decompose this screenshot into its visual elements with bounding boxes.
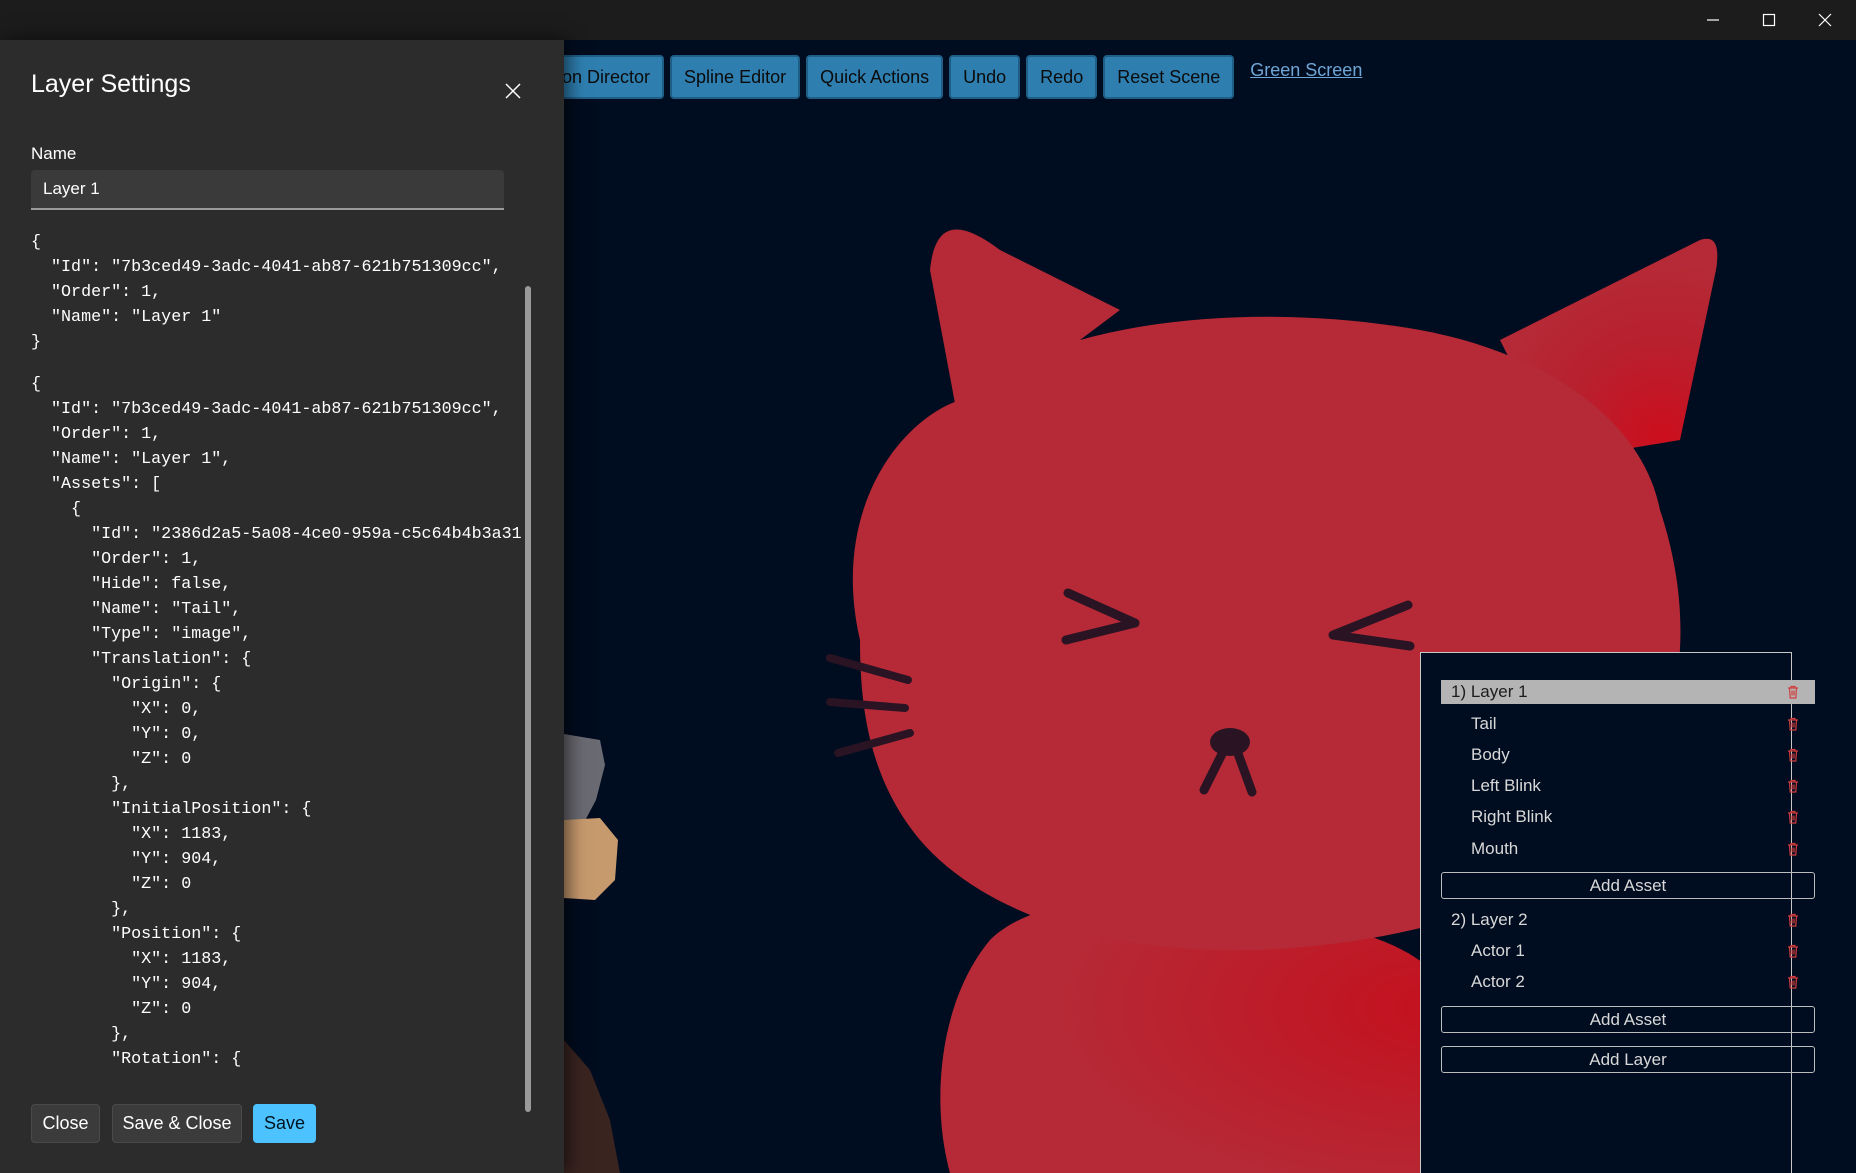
layers-panel: 1) Layer 1 Tail Body Left Blink Right Bl… [1420, 652, 1815, 1173]
minimize-icon[interactable] [1685, 0, 1741, 40]
asset-label: Actor 2 [1471, 972, 1525, 991]
name-field-label: Name [31, 144, 77, 163]
maximize-icon[interactable] [1741, 0, 1797, 40]
layer-item-2[interactable]: 2) Layer 2 [1441, 908, 1815, 932]
quick-actions-button[interactable]: Quick Actions [806, 55, 944, 99]
add-layer-button[interactable]: Add Layer [1441, 1046, 1815, 1073]
spline-editor-button[interactable]: Spline Editor [670, 55, 801, 99]
delete-asset-icon[interactable] [1785, 716, 1801, 732]
layer-label: 1) Layer 1 [1451, 682, 1528, 701]
scene-toolbar: on Director Spline Editor Quick Actions … [548, 55, 1362, 99]
asset-label: Mouth [1471, 839, 1519, 858]
asset-label: Right Blink [1471, 807, 1553, 826]
delete-asset-icon[interactable] [1785, 809, 1801, 825]
layer-settings-dialog: Layer Settings Name { "Id": "7b3ced49-3a… [0, 40, 564, 1173]
delete-layer-icon[interactable] [1785, 684, 1801, 700]
save-close-button[interactable]: Save & Close [112, 1104, 242, 1143]
layer-label: 2) Layer 2 [1451, 910, 1528, 929]
undo-button[interactable]: Undo [949, 55, 1021, 99]
add-asset-button[interactable]: Add Asset [1441, 872, 1815, 899]
window-title-bar [0, 0, 1856, 40]
delete-asset-icon[interactable] [1785, 841, 1801, 857]
asset-item-right-blink[interactable]: Right Blink [1441, 805, 1815, 829]
close-icon[interactable] [1797, 0, 1853, 40]
layer-json-full: { "Id": "7b3ced49-3adc-4041-ab87-621b751… [31, 375, 521, 1069]
add-asset-button[interactable]: Add Asset [1441, 1006, 1815, 1033]
delete-asset-icon[interactable] [1785, 778, 1801, 794]
scrollbar-thumb[interactable] [525, 286, 531, 1112]
asset-item-mouth[interactable]: Mouth [1441, 837, 1815, 861]
delete-asset-icon[interactable] [1785, 974, 1801, 990]
asset-item-body[interactable]: Body [1441, 743, 1815, 767]
json-viewer[interactable]: { "Id": "7b3ced49-3adc-4041-ab87-621b751… [31, 230, 521, 1106]
asset-label: Body [1471, 745, 1510, 764]
asset-item-tail[interactable]: Tail [1441, 712, 1815, 736]
asset-label: Left Blink [1471, 776, 1541, 795]
layer-item-1[interactable]: 1) Layer 1 [1441, 680, 1815, 704]
asset-label: Actor 1 [1471, 941, 1525, 960]
asset-item-actor-1[interactable]: Actor 1 [1441, 939, 1815, 963]
name-input[interactable] [31, 170, 504, 210]
redo-button[interactable]: Redo [1026, 55, 1098, 99]
reset-scene-button[interactable]: Reset Scene [1103, 55, 1235, 99]
close-icon[interactable] [498, 76, 528, 106]
close-button[interactable]: Close [31, 1104, 100, 1143]
layer-json-summary: { "Id": "7b3ced49-3adc-4041-ab87-621b751… [31, 233, 502, 352]
asset-item-left-blink[interactable]: Left Blink [1441, 774, 1815, 798]
asset-item-actor-2[interactable]: Actor 2 [1441, 970, 1815, 994]
motion-director-button[interactable]: on Director [548, 55, 665, 99]
asset-label: Tail [1471, 714, 1497, 733]
green-screen-link[interactable]: Green Screen [1250, 60, 1362, 81]
delete-asset-icon[interactable] [1785, 943, 1801, 959]
delete-layer-icon[interactable] [1785, 912, 1801, 928]
dialog-title: Layer Settings [31, 70, 191, 98]
delete-asset-icon[interactable] [1785, 747, 1801, 763]
save-button[interactable]: Save [253, 1104, 316, 1143]
